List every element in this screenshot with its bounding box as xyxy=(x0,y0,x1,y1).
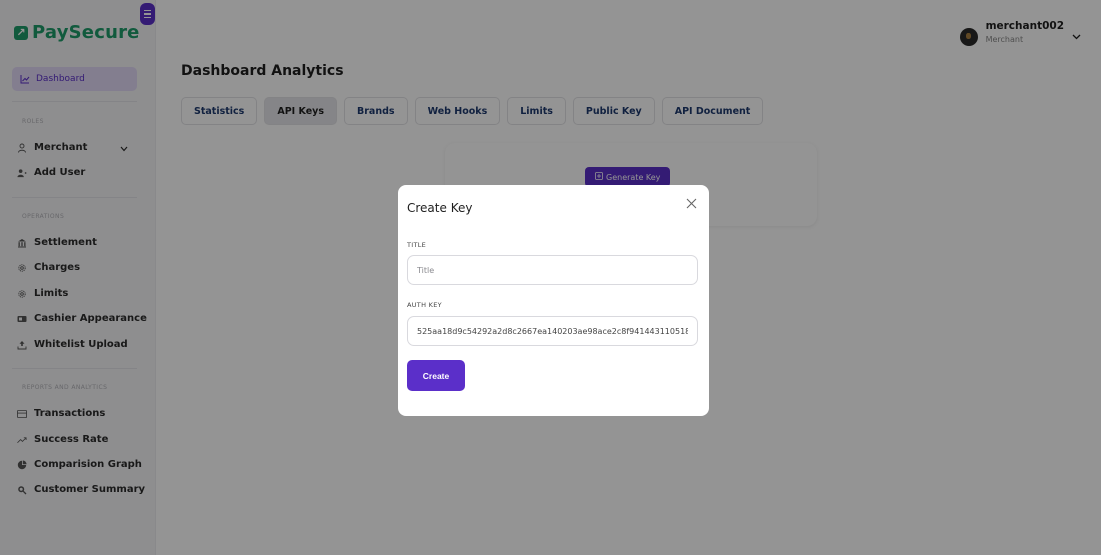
modal-title: Create Key xyxy=(407,201,473,215)
title-input[interactable] xyxy=(407,255,698,285)
create-button[interactable]: Create xyxy=(407,360,465,391)
create-key-modal: Create Key TITLE AUTH KEY Create xyxy=(398,185,709,416)
auth-key-field-label: AUTH KEY xyxy=(407,301,442,309)
title-field-label: TITLE xyxy=(407,241,427,249)
auth-key-input[interactable] xyxy=(407,316,698,346)
close-icon[interactable] xyxy=(686,197,697,212)
